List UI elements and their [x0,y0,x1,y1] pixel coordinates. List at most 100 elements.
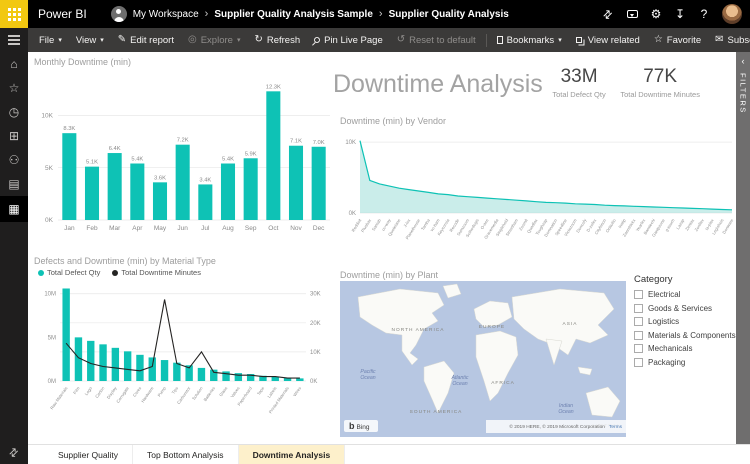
bar-material-type[interactable] [234,373,243,381]
monthly-downtime-plot[interactable]: 0K 5K 10K 8.3K Jan 5.1K Feb 6.4K Mar 5.4K Apr 3.6K M… [34,68,336,238]
slicer-option[interactable]: Goods & Services [634,303,736,313]
bar-material-type[interactable] [111,347,120,381]
explore-menu[interactable]: ◎ Explore ▾ [181,28,247,52]
bar-feb[interactable] [84,166,100,220]
bar-oct[interactable] [266,91,281,220]
toolbar-right-group: ↺ Reset to default Bookmarks ▾ View relate… [390,28,750,52]
map-label-europe: EUROPE [479,324,505,330]
bar-material-type[interactable] [296,378,304,381]
monthly-downtime-chart: Monthly Downtime (min) 0K 5K 10K 8.3K Jan 5.1… [34,57,336,253]
legend-total-defect-qty[interactable]: Total Defect Qty [38,268,100,277]
bar-material-type[interactable] [99,344,107,381]
breadcrumb-page[interactable]: Supplier Quality Analysis [389,9,509,20]
bar-dec[interactable] [311,146,326,220]
checkbox-icon[interactable] [634,357,643,367]
bar-mar[interactable] [107,153,122,220]
terms-link[interactable]: Terms [609,424,623,430]
hamburger-icon [8,39,20,41]
nav-workspaces[interactable]: ▤ [0,172,28,196]
nav-shared-with-me[interactable]: ⚇ [0,148,28,172]
nav-favorites[interactable]: ☆ [0,76,28,100]
checkbox-icon[interactable] [634,344,643,353]
bar-jan[interactable] [62,133,77,220]
bar-material-type[interactable] [173,362,181,381]
refresh-button[interactable]: ↻ Refresh [247,28,307,52]
bar-sep[interactable] [243,158,258,220]
category-slicer: Category Electrical Goods & Services Logis… [634,274,736,414]
checkbox-icon[interactable] [634,290,643,299]
pin-live-page-button[interactable]: Pin Live Page [307,28,390,52]
checkbox-icon[interactable] [634,330,643,340]
bar-material-type[interactable] [123,351,132,381]
app-title[interactable]: Power BI [38,7,87,21]
bar-may[interactable] [152,182,168,220]
slicer-option[interactable]: Packaging [634,357,736,367]
nav-home[interactable]: ⌂ [0,52,28,76]
profile-avatar[interactable] [722,4,742,24]
bar-jun[interactable] [175,144,190,220]
x-tick-label: Tips [171,386,180,395]
help-icon[interactable]: ? [692,0,716,28]
bar-value-label: 12.3K [266,84,281,90]
bar-material-type[interactable] [160,360,169,381]
fullscreen-icon[interactable]: ⇄ [596,0,620,28]
reset-to-default-button[interactable]: ↺ Reset to default [390,28,483,52]
bar-aug[interactable] [220,163,236,220]
checkbox-icon[interactable] [634,317,643,326]
view-menu[interactable]: View ▾ [69,28,111,52]
slicer-option-label: Materials & Components [648,330,736,340]
slicer-option[interactable]: Mechanicals [634,344,736,353]
map-label-south-america: SOUTH AMERICA [410,409,463,415]
bar-material-type[interactable] [197,367,206,381]
map-label-pacific-ocean: Pacific Ocean [360,369,376,381]
nav-recent[interactable]: ◷ [0,100,28,124]
x-tick-label: Valves [230,386,241,399]
tab-downtime-analysis[interactable]: Downtime Analysis [238,445,346,464]
tab-top-bottom-analysis[interactable]: Top Bottom Analysis [133,445,239,464]
settings-gear-icon[interactable]: ⚙ [644,0,668,28]
nav-expand-icon[interactable]: ⇄ [7,445,22,460]
comments-icon[interactable] [620,0,644,28]
download-icon[interactable]: ↧ [668,0,692,28]
slicer-option-label: Electrical [648,290,681,299]
edit-report-button[interactable]: ✎ Edit report [111,28,181,52]
nav-menu-toggle[interactable] [0,28,28,52]
chart-title: Downtime (min) by Vendor [340,116,447,126]
bar-material-type[interactable] [136,354,144,381]
bar-apr[interactable] [130,163,145,220]
bar-material-type[interactable] [148,357,156,381]
x-tick-label: Plusbax [360,217,373,233]
map-label-north-america: NORTH AMERICA [392,327,445,333]
checkbox-icon[interactable] [634,303,643,313]
plant-map[interactable]: NORTH AMERICA EUROPE ASIA AFRICA SOUTH A… [340,281,626,437]
breadcrumb-workspace[interactable]: My Workspace [133,9,199,20]
breadcrumb-report[interactable]: Supplier Quality Analysis Sample [214,9,373,20]
slicer-option[interactable]: Materials & Components [634,330,736,340]
bookmarks-menu[interactable]: Bookmarks ▾ [490,28,569,52]
vendor-downtime-plot[interactable]: 0K10KReddoitPlusbaxSanlabov-wayQuotelane… [340,127,736,259]
view-related-button[interactable]: View related [569,28,647,52]
bar-value-label: 7.1K [290,139,302,145]
bar-jul[interactable] [198,184,213,220]
chevron-down-icon: ▾ [58,37,62,44]
kpi-label: Total Downtime Minutes [620,90,700,99]
filters-pane-collapsed[interactable]: ‹ FILTERS [736,52,750,444]
slicer-option[interactable]: Logistics [634,317,736,326]
bar-material-type[interactable] [87,340,95,381]
downtime-minutes-line [65,299,300,379]
bar-material-type[interactable] [62,288,70,381]
bar-nov[interactable] [288,145,304,220]
tab-supplier-quality[interactable]: Supplier Quality [44,445,134,464]
workspace-avatar-icon[interactable] [110,6,127,22]
legend-total-downtime-minutes[interactable]: Total Downtime Minutes [112,268,201,277]
subscribe-button[interactable]: ✉Subscribe [708,28,750,52]
file-menu[interactable]: File ▾ [32,28,69,52]
bar-material-type[interactable] [222,371,230,381]
nav-current-report[interactable]: ▦ [0,196,28,222]
nav-apps[interactable]: ⊞ [0,124,28,148]
page-header: Downtime Analysis 33M Total Defect Qty 7… [333,60,705,114]
material-defects-plot[interactable]: 0K10K20K30K0M5M10MRaw Materials Film Logo C… [34,277,336,429]
favorite-button[interactable]: ☆ Favorite [647,28,708,52]
app-launcher-icon[interactable] [0,0,28,28]
slicer-option[interactable]: Electrical [634,290,736,299]
